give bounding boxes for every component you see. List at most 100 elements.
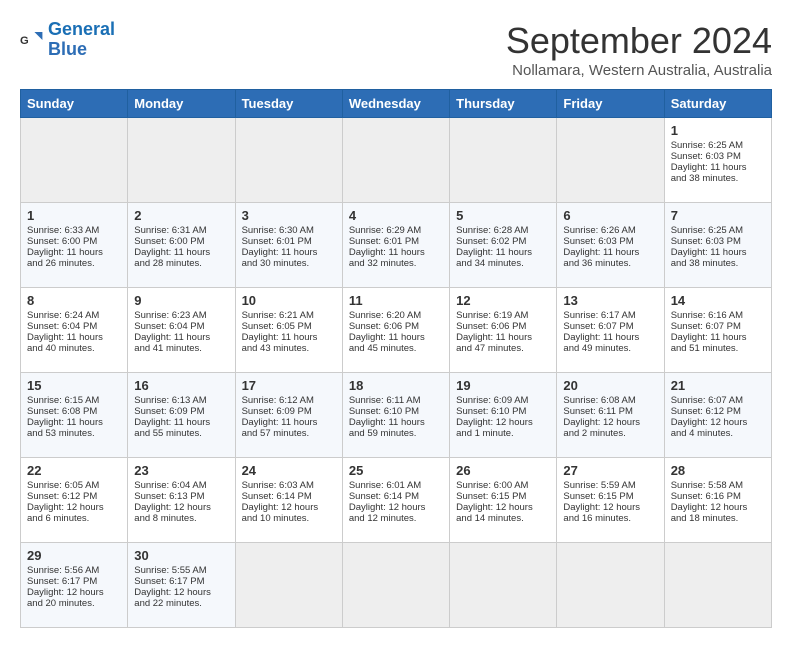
sunset: Sunset: 6:04 PM — [134, 321, 204, 332]
day-number: 5 — [456, 208, 550, 223]
day-number: 26 — [456, 463, 550, 478]
sunset: Sunset: 6:03 PM — [671, 236, 741, 247]
sunset: Sunset: 6:01 PM — [349, 236, 419, 247]
sunset: Sunset: 6:06 PM — [456, 321, 526, 332]
daylight: Daylight: 11 hours and 45 minutes. — [349, 332, 425, 354]
calendar-cell — [450, 543, 557, 628]
calendar-cell: 30 Sunrise: 5:55 AM Sunset: 6:17 PM Dayl… — [128, 543, 235, 628]
calendar-cell — [235, 543, 342, 628]
sunrise: Sunrise: 6:30 AM — [242, 225, 314, 236]
calendar-cell: 16 Sunrise: 6:13 AM Sunset: 6:09 PM Dayl… — [128, 373, 235, 458]
sunset: Sunset: 6:13 PM — [134, 491, 204, 502]
sunrise: Sunrise: 6:24 AM — [27, 310, 99, 321]
calendar-cell: 10 Sunrise: 6:21 AM Sunset: 6:05 PM Dayl… — [235, 288, 342, 373]
calendar-cell: 17 Sunrise: 6:12 AM Sunset: 6:09 PM Dayl… — [235, 373, 342, 458]
sunset: Sunset: 6:14 PM — [242, 491, 312, 502]
sunset: Sunset: 6:16 PM — [671, 491, 741, 502]
calendar-cell: 24 Sunrise: 6:03 AM Sunset: 6:14 PM Dayl… — [235, 458, 342, 543]
sunrise: Sunrise: 6:09 AM — [456, 395, 528, 406]
sunset: Sunset: 6:05 PM — [242, 321, 312, 332]
sunset: Sunset: 6:01 PM — [242, 236, 312, 247]
day-number: 22 — [27, 463, 121, 478]
daylight: Daylight: 11 hours and 36 minutes. — [563, 247, 639, 269]
calendar-cell — [21, 118, 128, 203]
day-number: 1 — [27, 208, 121, 223]
calendar-cell: 25 Sunrise: 6:01 AM Sunset: 6:14 PM Dayl… — [342, 458, 449, 543]
daylight: Daylight: 11 hours and 32 minutes. — [349, 247, 425, 269]
sunrise: Sunrise: 6:31 AM — [134, 225, 206, 236]
sunset: Sunset: 6:07 PM — [671, 321, 741, 332]
daylight: Daylight: 12 hours and 4 minutes. — [671, 417, 748, 439]
calendar-cell: 18 Sunrise: 6:11 AM Sunset: 6:10 PM Dayl… — [342, 373, 449, 458]
calendar-cell — [450, 118, 557, 203]
calendar-cell: 11 Sunrise: 6:20 AM Sunset: 6:06 PM Dayl… — [342, 288, 449, 373]
sunrise: Sunrise: 6:13 AM — [134, 395, 206, 406]
sunrise: Sunrise: 5:55 AM — [134, 565, 206, 576]
sunrise: Sunrise: 6:04 AM — [134, 480, 206, 491]
sunset: Sunset: 6:17 PM — [134, 576, 204, 587]
sunrise: Sunrise: 5:59 AM — [563, 480, 635, 491]
calendar-cell: 29 Sunrise: 5:56 AM Sunset: 6:17 PM Dayl… — [21, 543, 128, 628]
calendar-cell: 28 Sunrise: 5:58 AM Sunset: 6:16 PM Dayl… — [664, 458, 771, 543]
sunset: Sunset: 6:00 PM — [27, 236, 97, 247]
sunset: Sunset: 6:09 PM — [134, 406, 204, 417]
title-block: September 2024 Nollamara, Western Austra… — [506, 20, 772, 79]
calendar-cell: 9 Sunrise: 6:23 AM Sunset: 6:04 PM Dayli… — [128, 288, 235, 373]
daylight: Daylight: 12 hours and 8 minutes. — [134, 502, 211, 524]
day-number: 6 — [563, 208, 657, 223]
sunset: Sunset: 6:09 PM — [242, 406, 312, 417]
sunrise: Sunrise: 6:23 AM — [134, 310, 206, 321]
calendar-cell: 1 Sunrise: 6:25 AM Sunset: 6:03 PM Dayli… — [664, 118, 771, 203]
daylight: Daylight: 12 hours and 12 minutes. — [349, 502, 426, 524]
day-number: 28 — [671, 463, 765, 478]
calendar-cell: 1 Sunrise: 6:33 AM Sunset: 6:00 PM Dayli… — [21, 203, 128, 288]
day-number: 15 — [27, 378, 121, 393]
calendar-cell: 3 Sunrise: 6:30 AM Sunset: 6:01 PM Dayli… — [235, 203, 342, 288]
daylight: Daylight: 11 hours and 55 minutes. — [134, 417, 210, 439]
day-header-sunday: Sunday — [21, 90, 128, 118]
day-header-thursday: Thursday — [450, 90, 557, 118]
daylight: Daylight: 11 hours and 30 minutes. — [242, 247, 318, 269]
day-number: 12 — [456, 293, 550, 308]
calendar-cell — [557, 118, 664, 203]
logo: G General Blue — [20, 20, 115, 60]
calendar-cell: 14 Sunrise: 6:16 AM Sunset: 6:07 PM Dayl… — [664, 288, 771, 373]
day-number: 1 — [671, 123, 765, 138]
sunrise: Sunrise: 5:56 AM — [27, 565, 99, 576]
daylight: Daylight: 11 hours and 59 minutes. — [349, 417, 425, 439]
calendar-cell: 20 Sunrise: 6:08 AM Sunset: 6:11 PM Dayl… — [557, 373, 664, 458]
day-number: 2 — [134, 208, 228, 223]
daylight: Daylight: 11 hours and 34 minutes. — [456, 247, 532, 269]
sunset: Sunset: 6:15 PM — [563, 491, 633, 502]
calendar-week-5: 22 Sunrise: 6:05 AM Sunset: 6:12 PM Dayl… — [21, 458, 772, 543]
calendar-cell: 2 Sunrise: 6:31 AM Sunset: 6:00 PM Dayli… — [128, 203, 235, 288]
day-number: 29 — [27, 548, 121, 563]
calendar-cell: 8 Sunrise: 6:24 AM Sunset: 6:04 PM Dayli… — [21, 288, 128, 373]
calendar-cell: 4 Sunrise: 6:29 AM Sunset: 6:01 PM Dayli… — [342, 203, 449, 288]
logo-text: General Blue — [48, 20, 115, 60]
calendar-cell: 19 Sunrise: 6:09 AM Sunset: 6:10 PM Dayl… — [450, 373, 557, 458]
sunset: Sunset: 6:02 PM — [456, 236, 526, 247]
month-title: September 2024 — [506, 20, 772, 62]
sunrise: Sunrise: 5:58 AM — [671, 480, 743, 491]
day-number: 24 — [242, 463, 336, 478]
calendar-cell: 23 Sunrise: 6:04 AM Sunset: 6:13 PM Dayl… — [128, 458, 235, 543]
sunset: Sunset: 6:17 PM — [27, 576, 97, 587]
calendar-cell: 5 Sunrise: 6:28 AM Sunset: 6:02 PM Dayli… — [450, 203, 557, 288]
calendar-week-1: 1 Sunrise: 6:25 AM Sunset: 6:03 PM Dayli… — [21, 118, 772, 203]
calendar-cell — [664, 543, 771, 628]
day-number: 7 — [671, 208, 765, 223]
sunrise: Sunrise: 6:29 AM — [349, 225, 421, 236]
sunrise: Sunrise: 6:25 AM — [671, 225, 743, 236]
calendar-table: SundayMondayTuesdayWednesdayThursdayFrid… — [20, 89, 772, 628]
day-header-wednesday: Wednesday — [342, 90, 449, 118]
day-number: 19 — [456, 378, 550, 393]
day-number: 14 — [671, 293, 765, 308]
day-number: 30 — [134, 548, 228, 563]
calendar-cell — [128, 118, 235, 203]
day-number: 11 — [349, 293, 443, 308]
calendar-week-6: 29 Sunrise: 5:56 AM Sunset: 6:17 PM Dayl… — [21, 543, 772, 628]
sunrise: Sunrise: 6:19 AM — [456, 310, 528, 321]
sunrise: Sunrise: 6:08 AM — [563, 395, 635, 406]
sunrise: Sunrise: 6:12 AM — [242, 395, 314, 406]
